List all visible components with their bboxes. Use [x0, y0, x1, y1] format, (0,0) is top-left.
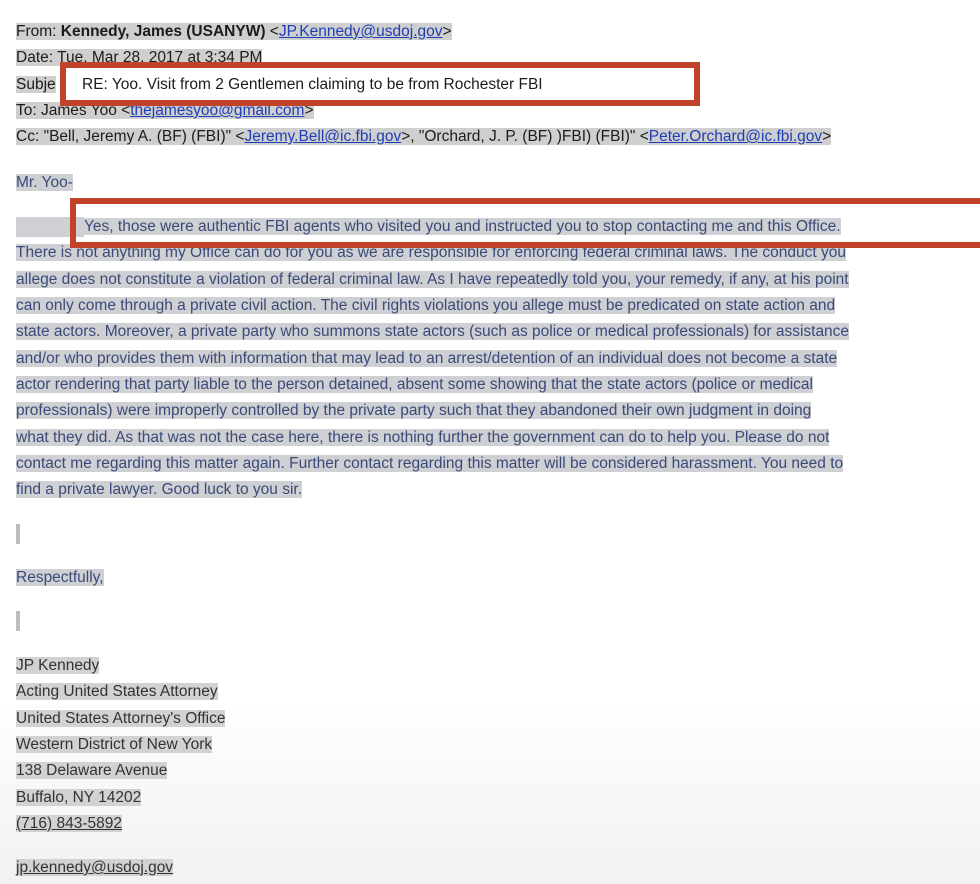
blank-line-marker	[16, 524, 20, 544]
closing: Respectfully,	[16, 569, 104, 586]
signature-title: Acting United States Attorney	[16, 683, 218, 700]
body-line-8: professionals) were improperly controlle…	[16, 402, 812, 419]
signature-email: jp.kennedy@usdoj.gov	[16, 858, 174, 878]
signature-office: United States Attorney's Office	[16, 710, 226, 727]
subject-annotation-box	[60, 62, 700, 106]
body-line-5: state actors. Moreover, a private party …	[16, 323, 850, 340]
cc-email-1-link[interactable]: Jeremy.Bell@ic.fbi.gov	[244, 128, 401, 145]
subject-line: Subje RE: Yoo. Visit from 2 Gentlemen cl…	[16, 75, 543, 95]
phone-link[interactable]: (716) 843-5892	[16, 815, 122, 832]
from-label: From:	[16, 23, 57, 40]
date-label: Date:	[16, 49, 54, 66]
signature-name: JP Kennedy	[16, 657, 100, 674]
from-line: From: Kennedy, James (USANYW) <JP.Kenned…	[16, 23, 452, 40]
from-email-link[interactable]: JP.Kennedy@usdoj.gov	[279, 23, 443, 40]
signature-email-link[interactable]: jp.kennedy@usdoj.gov	[16, 859, 174, 876]
body-line-3: allege does not constitute a violation o…	[16, 271, 849, 288]
cc-line: Cc: "Bell, Jeremy A. (BF) (FBI)" <Jeremy…	[16, 128, 832, 145]
signature-district: Western District of New York	[16, 736, 213, 753]
signature-street: 138 Delaware Avenue	[16, 762, 168, 779]
body-line-7: actor rendering that party liable to the…	[16, 376, 813, 393]
body-line-10: contact me regarding this matter again. …	[16, 455, 844, 472]
body-line-4: can only come through a private civil ac…	[16, 297, 836, 314]
body-annotation-box	[70, 198, 980, 248]
to-label: To:	[16, 102, 37, 119]
signature-city: Buffalo, NY 14202	[16, 789, 142, 806]
signature-phone: (716) 843-5892	[16, 814, 122, 834]
cc-label: Cc:	[16, 128, 40, 145]
greeting: Mr. Yoo-	[16, 174, 73, 191]
body-line-9: what they did. As that was not the case …	[16, 429, 830, 446]
cc-name-2: "Orchard, J. P. (BF) )FBI) (FBI)"	[418, 128, 636, 145]
blank-line-marker	[16, 611, 20, 631]
body-line-6: and/or who provides them with informatio…	[16, 350, 838, 367]
cc-email-2-link[interactable]: Peter.Orchard@ic.fbi.gov	[649, 128, 822, 145]
subject-label: Subje	[16, 76, 56, 93]
cc-name-1: "Bell, Jeremy A. (BF) (FBI)"	[43, 128, 232, 145]
body-line-11: find a private lawyer. Good luck to you …	[16, 481, 303, 498]
from-name: Kennedy, James (USANYW)	[60, 23, 266, 40]
